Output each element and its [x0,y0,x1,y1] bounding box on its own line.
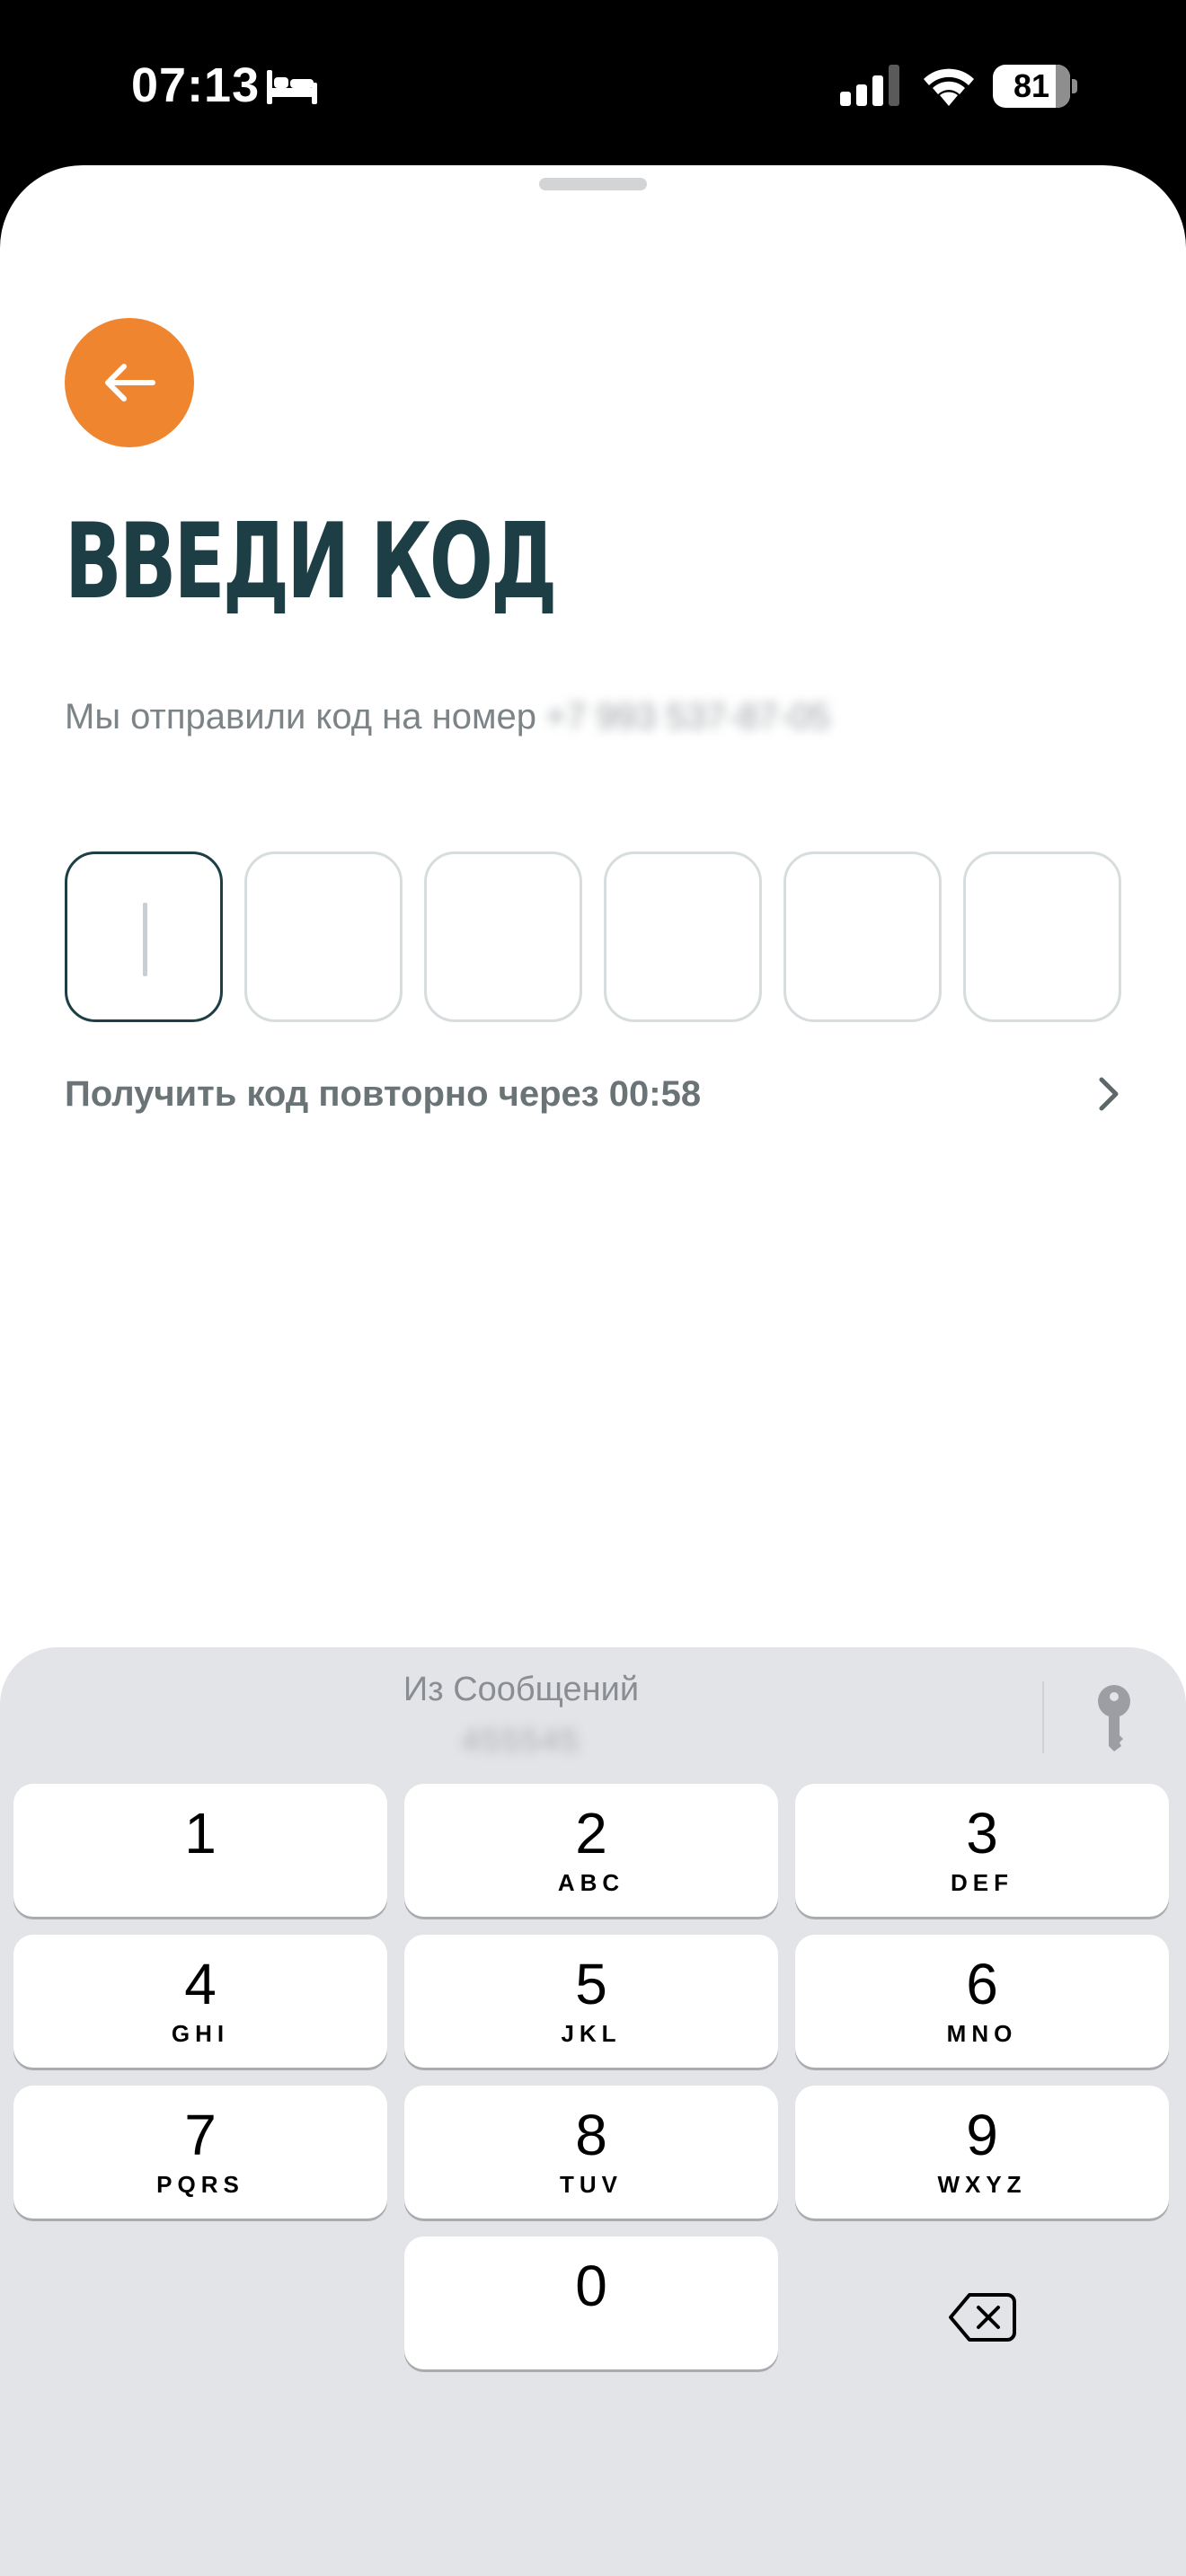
code-digit-cell[interactable] [65,851,223,1022]
key-2[interactable]: 2 ABC [404,1784,778,1917]
key-digit: 5 [575,1952,607,2016]
key-letters: ABC [557,1869,625,1896]
back-arrow-icon [105,364,155,401]
key-digit: 9 [966,2103,998,2167]
subtitle-text: Мы отправили код на номер [65,697,536,737]
key-digit: 8 [575,2103,607,2167]
key-3[interactable]: 3 DEF [795,1784,1169,1917]
key-5[interactable]: 5 JKL [404,1935,778,2068]
text-caret [143,903,147,976]
key-letters: WXYZ [937,2171,1027,2198]
battery-percent: 81 [1013,67,1050,104]
code-digit-cell[interactable] [963,851,1121,1022]
key-letters: GHI [171,2020,230,2047]
code-digit-cell[interactable] [244,851,403,1022]
sheet-grabber[interactable] [539,178,647,190]
resend-code-button[interactable]: Получить код повторно через 00:58 [65,1067,1121,1121]
battery-icon: 81 [993,65,1077,108]
battery-tip [1072,79,1077,93]
key-9[interactable]: 9 WXYZ [795,2086,1169,2219]
suggestion-code: 455545 [461,1722,581,1759]
key-8[interactable]: 8 TUV [404,2086,778,2219]
key-letters: PQRS [156,2171,244,2198]
key-0[interactable]: 0 [404,2236,778,2369]
key-1[interactable]: 1 [13,1784,387,1917]
sent-code-message: Мы отправили код на номер +7 993 537-87-0… [65,697,830,737]
code-digit-cell[interactable] [604,851,762,1022]
key-6[interactable]: 6 MNO [795,1935,1169,2068]
key-letters: TUV [560,2171,623,2198]
code-digit-cell[interactable] [783,851,942,1022]
status-bar: 07:13 81 [0,0,1186,171]
battery-empty-portion [1055,65,1070,108]
key-letters: JKL [561,2020,622,2047]
code-input-row [65,851,1121,1022]
sms-code-suggestion[interactable]: Из Сообщений 455545 [252,1671,791,1760]
back-button[interactable] [65,318,194,447]
key-7[interactable]: 7 PQRS [13,2086,387,2219]
key-digit: 4 [184,1952,217,2016]
key-digit: 7 [184,2103,217,2167]
key-digit: 1 [184,1801,217,1866]
battery-body: 81 [993,65,1070,108]
page-title: ВВЕДИ КОД [65,501,557,622]
wifi-icon [924,68,974,106]
backspace-icon [949,2293,1016,2342]
resend-code-label: Получить код повторно через 00:58 [65,1073,702,1114]
key-digit: 0 [575,2254,607,2318]
status-time: 07:13 [131,58,261,112]
key-letters: MNO [946,2020,1018,2047]
key-icon[interactable] [1091,1683,1137,1751]
key-4[interactable]: 4 GHI [13,1935,387,2068]
key-digit: 3 [966,1801,998,1866]
keyboard-divider [1042,1681,1044,1753]
key-digit: 2 [575,1801,607,1866]
key-digit: 6 [966,1952,998,2016]
suggestion-title: Из Сообщений [403,1671,640,1708]
backspace-key[interactable] [795,2251,1169,2384]
key-letters: DEF [951,1869,1013,1896]
signal-icon [840,65,899,106]
code-digit-cell[interactable] [424,851,582,1022]
bed-icon [267,70,317,104]
chevron-right-icon [1099,1077,1119,1111]
phone-number: +7 993 537-87-05 [544,697,830,737]
numeric-keyboard: Из Сообщений 455545 1 2 ABC 3 DEF 4 GHI 5 JKL 6 MN… [0,1647,1186,2576]
